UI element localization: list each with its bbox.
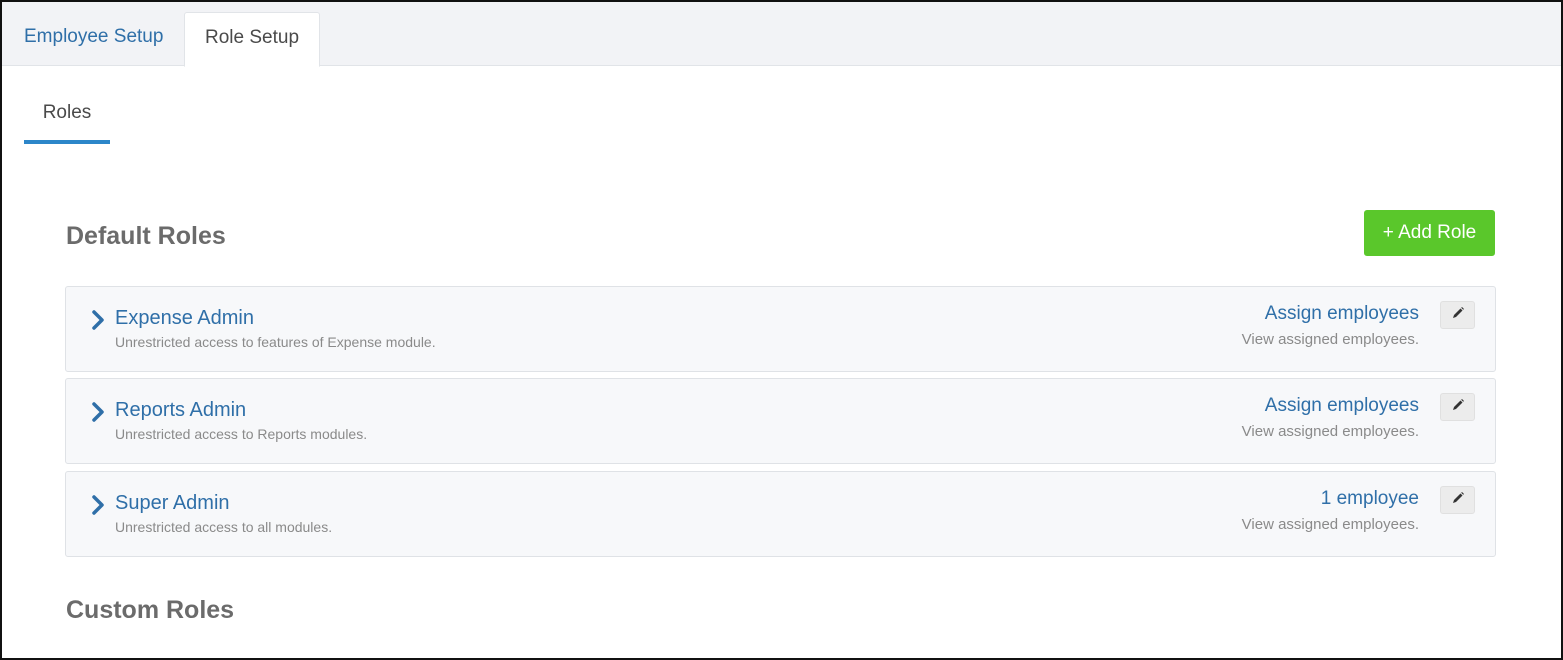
- custom-roles-heading: Custom Roles: [66, 596, 235, 624]
- tab-employee-setup[interactable]: Employee Setup: [4, 12, 183, 66]
- chevron-right-icon[interactable]: [90, 401, 106, 423]
- role-card-expense-admin: Expense Admin Unrestricted access to fea…: [65, 286, 1496, 372]
- view-assigned-employees-text: View assigned employees.: [1241, 423, 1419, 440]
- default-roles-heading: Default Roles: [66, 222, 226, 250]
- view-assigned-employees-text: View assigned employees.: [1241, 331, 1419, 348]
- role-name[interactable]: Super Admin: [115, 492, 230, 515]
- pencil-icon: [1451, 398, 1465, 417]
- pencil-icon: [1451, 491, 1465, 510]
- chevron-right-icon[interactable]: [90, 494, 106, 516]
- role-description: Unrestricted access to features of Expen…: [115, 334, 436, 350]
- edit-role-button[interactable]: [1440, 393, 1475, 421]
- top-tab-bar: Employee Setup Role Setup: [2, 2, 1561, 67]
- chevron-right-icon[interactable]: [90, 309, 106, 331]
- subtab-roles[interactable]: Roles: [24, 90, 110, 144]
- assign-employees-link[interactable]: Assign employees: [1265, 395, 1419, 417]
- assigned-employee-count-link[interactable]: 1 employee: [1321, 488, 1419, 510]
- assign-employees-link[interactable]: Assign employees: [1265, 303, 1419, 325]
- role-description: Unrestricted access to Reports modules.: [115, 426, 368, 442]
- edit-role-button[interactable]: [1440, 486, 1475, 514]
- role-card-super-admin: Super Admin Unrestricted access to all m…: [65, 471, 1496, 557]
- pencil-icon: [1451, 306, 1465, 325]
- role-name[interactable]: Expense Admin: [115, 307, 254, 330]
- role-name[interactable]: Reports Admin: [115, 399, 246, 422]
- edit-role-button[interactable]: [1440, 301, 1475, 329]
- role-card-reports-admin: Reports Admin Unrestricted access to Rep…: [65, 378, 1496, 464]
- role-description: Unrestricted access to all modules.: [115, 519, 333, 535]
- add-role-button[interactable]: + Add Role: [1364, 210, 1495, 256]
- tab-role-setup[interactable]: Role Setup: [184, 12, 321, 67]
- view-assigned-employees-text: View assigned employees.: [1241, 516, 1419, 533]
- app-frame: Employee Setup Role Setup Roles Default …: [0, 0, 1563, 660]
